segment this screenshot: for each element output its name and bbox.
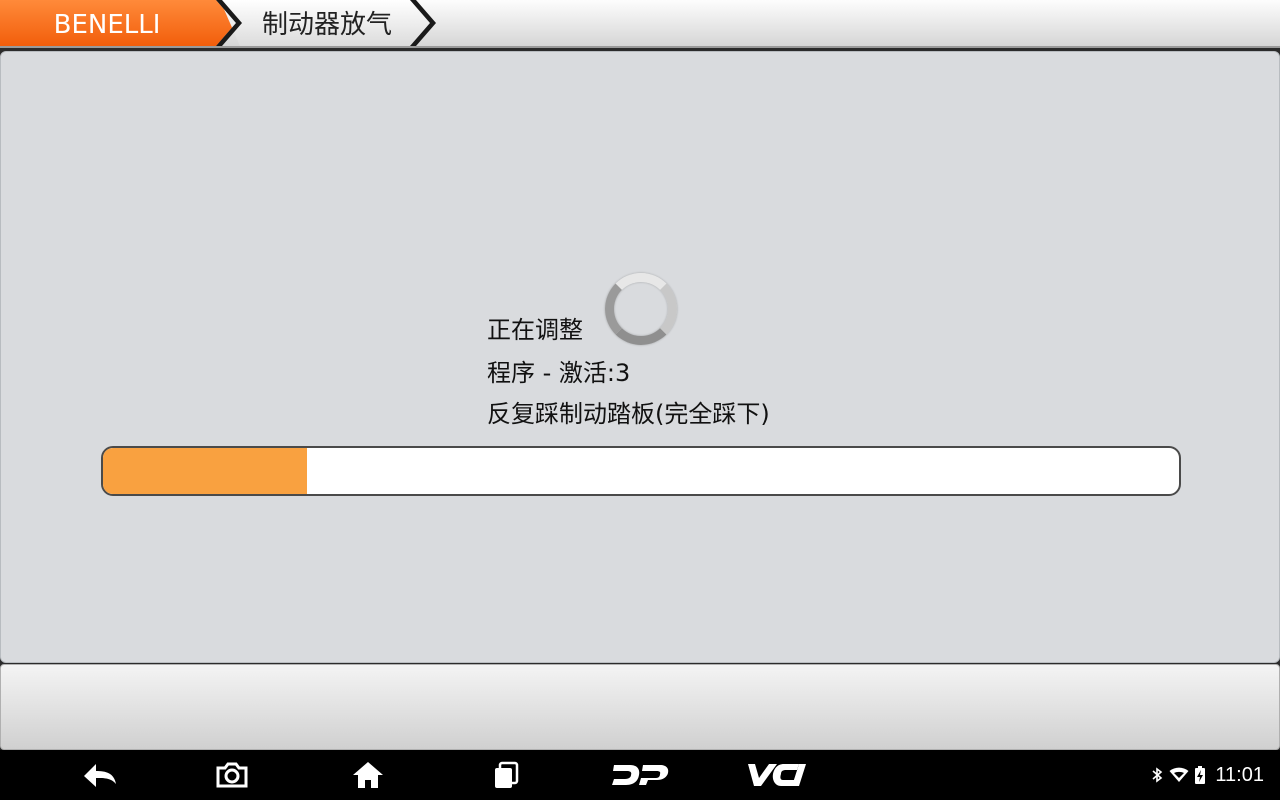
battery-charging-icon — [1195, 766, 1206, 784]
status-line-adjusting: 正在调整 — [487, 316, 583, 344]
breadcrumb-current-page[interactable]: 制动器放气 — [240, 0, 420, 48]
status-line-instruction: 反复踩制动踏板(完全踩下) — [487, 400, 770, 428]
bluetooth-icon — [1152, 767, 1163, 783]
clock: 11:01 — [1215, 763, 1264, 786]
status-line-program: 程序 - 激活:3 — [487, 359, 631, 387]
breadcrumb-brand[interactable]: BENELLI — [0, 0, 236, 48]
camera-icon[interactable] — [206, 750, 258, 800]
system-status-area: 11:01 — [1151, 750, 1264, 800]
main-panel: 正在调整 程序 - 激活:3 反复踩制动踏板(完全踩下) — [0, 51, 1280, 663]
dp-icon[interactable] — [606, 750, 674, 800]
wifi-icon — [1169, 767, 1189, 782]
system-nav-bar: 11:01 — [0, 750, 1280, 800]
progress-bar-fill — [103, 448, 308, 494]
loading-spinner-icon — [605, 273, 677, 345]
vci-icon[interactable] — [740, 750, 812, 800]
breadcrumb: BENELLI 制动器放气 — [0, 0, 1280, 48]
recent-apps-icon[interactable] — [480, 750, 532, 800]
back-icon[interactable] — [72, 750, 128, 800]
progress-bar — [101, 446, 1181, 496]
footer-bar — [0, 664, 1280, 750]
home-icon[interactable] — [340, 750, 396, 800]
